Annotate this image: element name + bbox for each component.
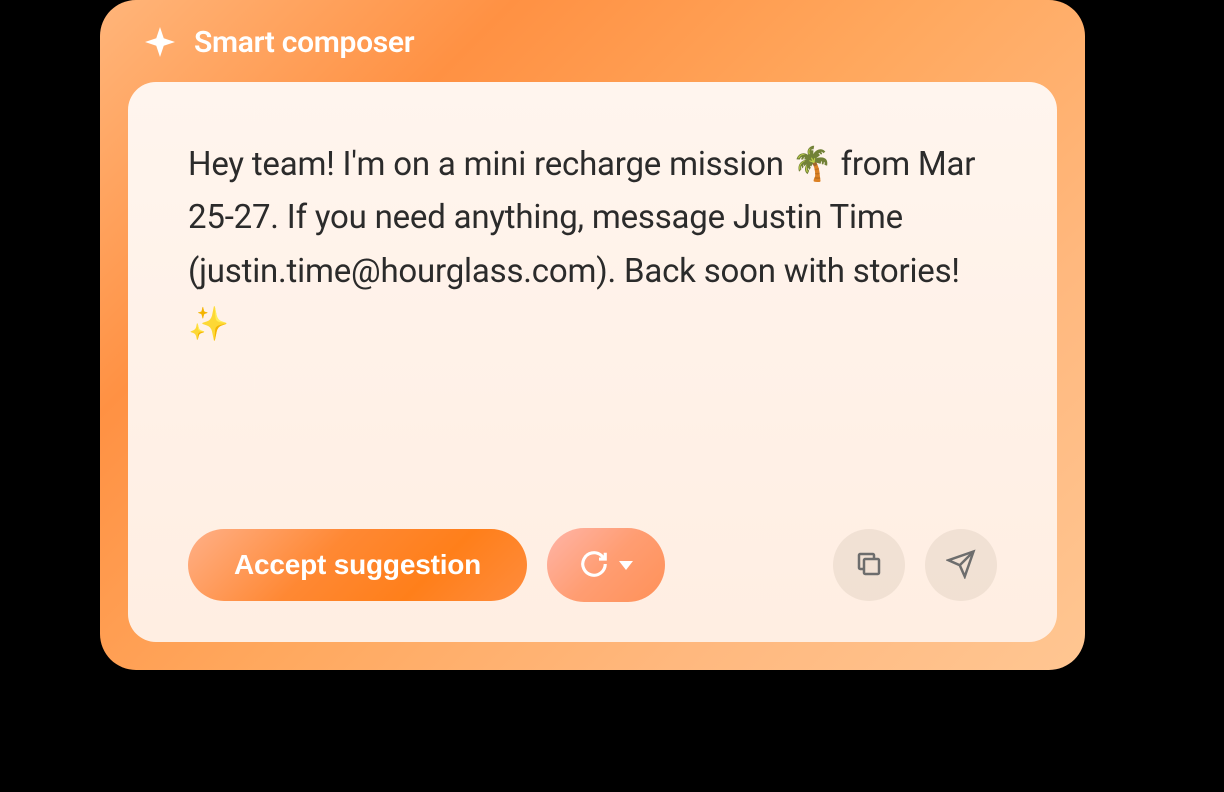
- header: Smart composer: [128, 24, 1057, 60]
- message-text: Hey team! I'm on a mini recharge mission…: [188, 138, 997, 504]
- sparkle-icon: [142, 24, 178, 60]
- header-title: Smart composer: [194, 25, 414, 60]
- regenerate-button[interactable]: [547, 528, 665, 602]
- copy-button[interactable]: [833, 529, 905, 601]
- chevron-down-icon: [619, 561, 633, 570]
- accept-button-label: Accept suggestion: [234, 549, 481, 580]
- copy-icon: [854, 549, 884, 582]
- composer-card-wrapper: Smart composer Hey team! I'm on a mini r…: [100, 0, 1085, 670]
- actions-row: Accept suggestion: [188, 528, 997, 602]
- send-icon: [946, 549, 976, 582]
- message-panel: Hey team! I'm on a mini recharge mission…: [128, 82, 1057, 642]
- accept-suggestion-button[interactable]: Accept suggestion: [188, 529, 527, 601]
- send-button[interactable]: [925, 529, 997, 601]
- refresh-icon: [579, 549, 609, 582]
- composer-card: Smart composer Hey team! I'm on a mini r…: [100, 0, 1085, 670]
